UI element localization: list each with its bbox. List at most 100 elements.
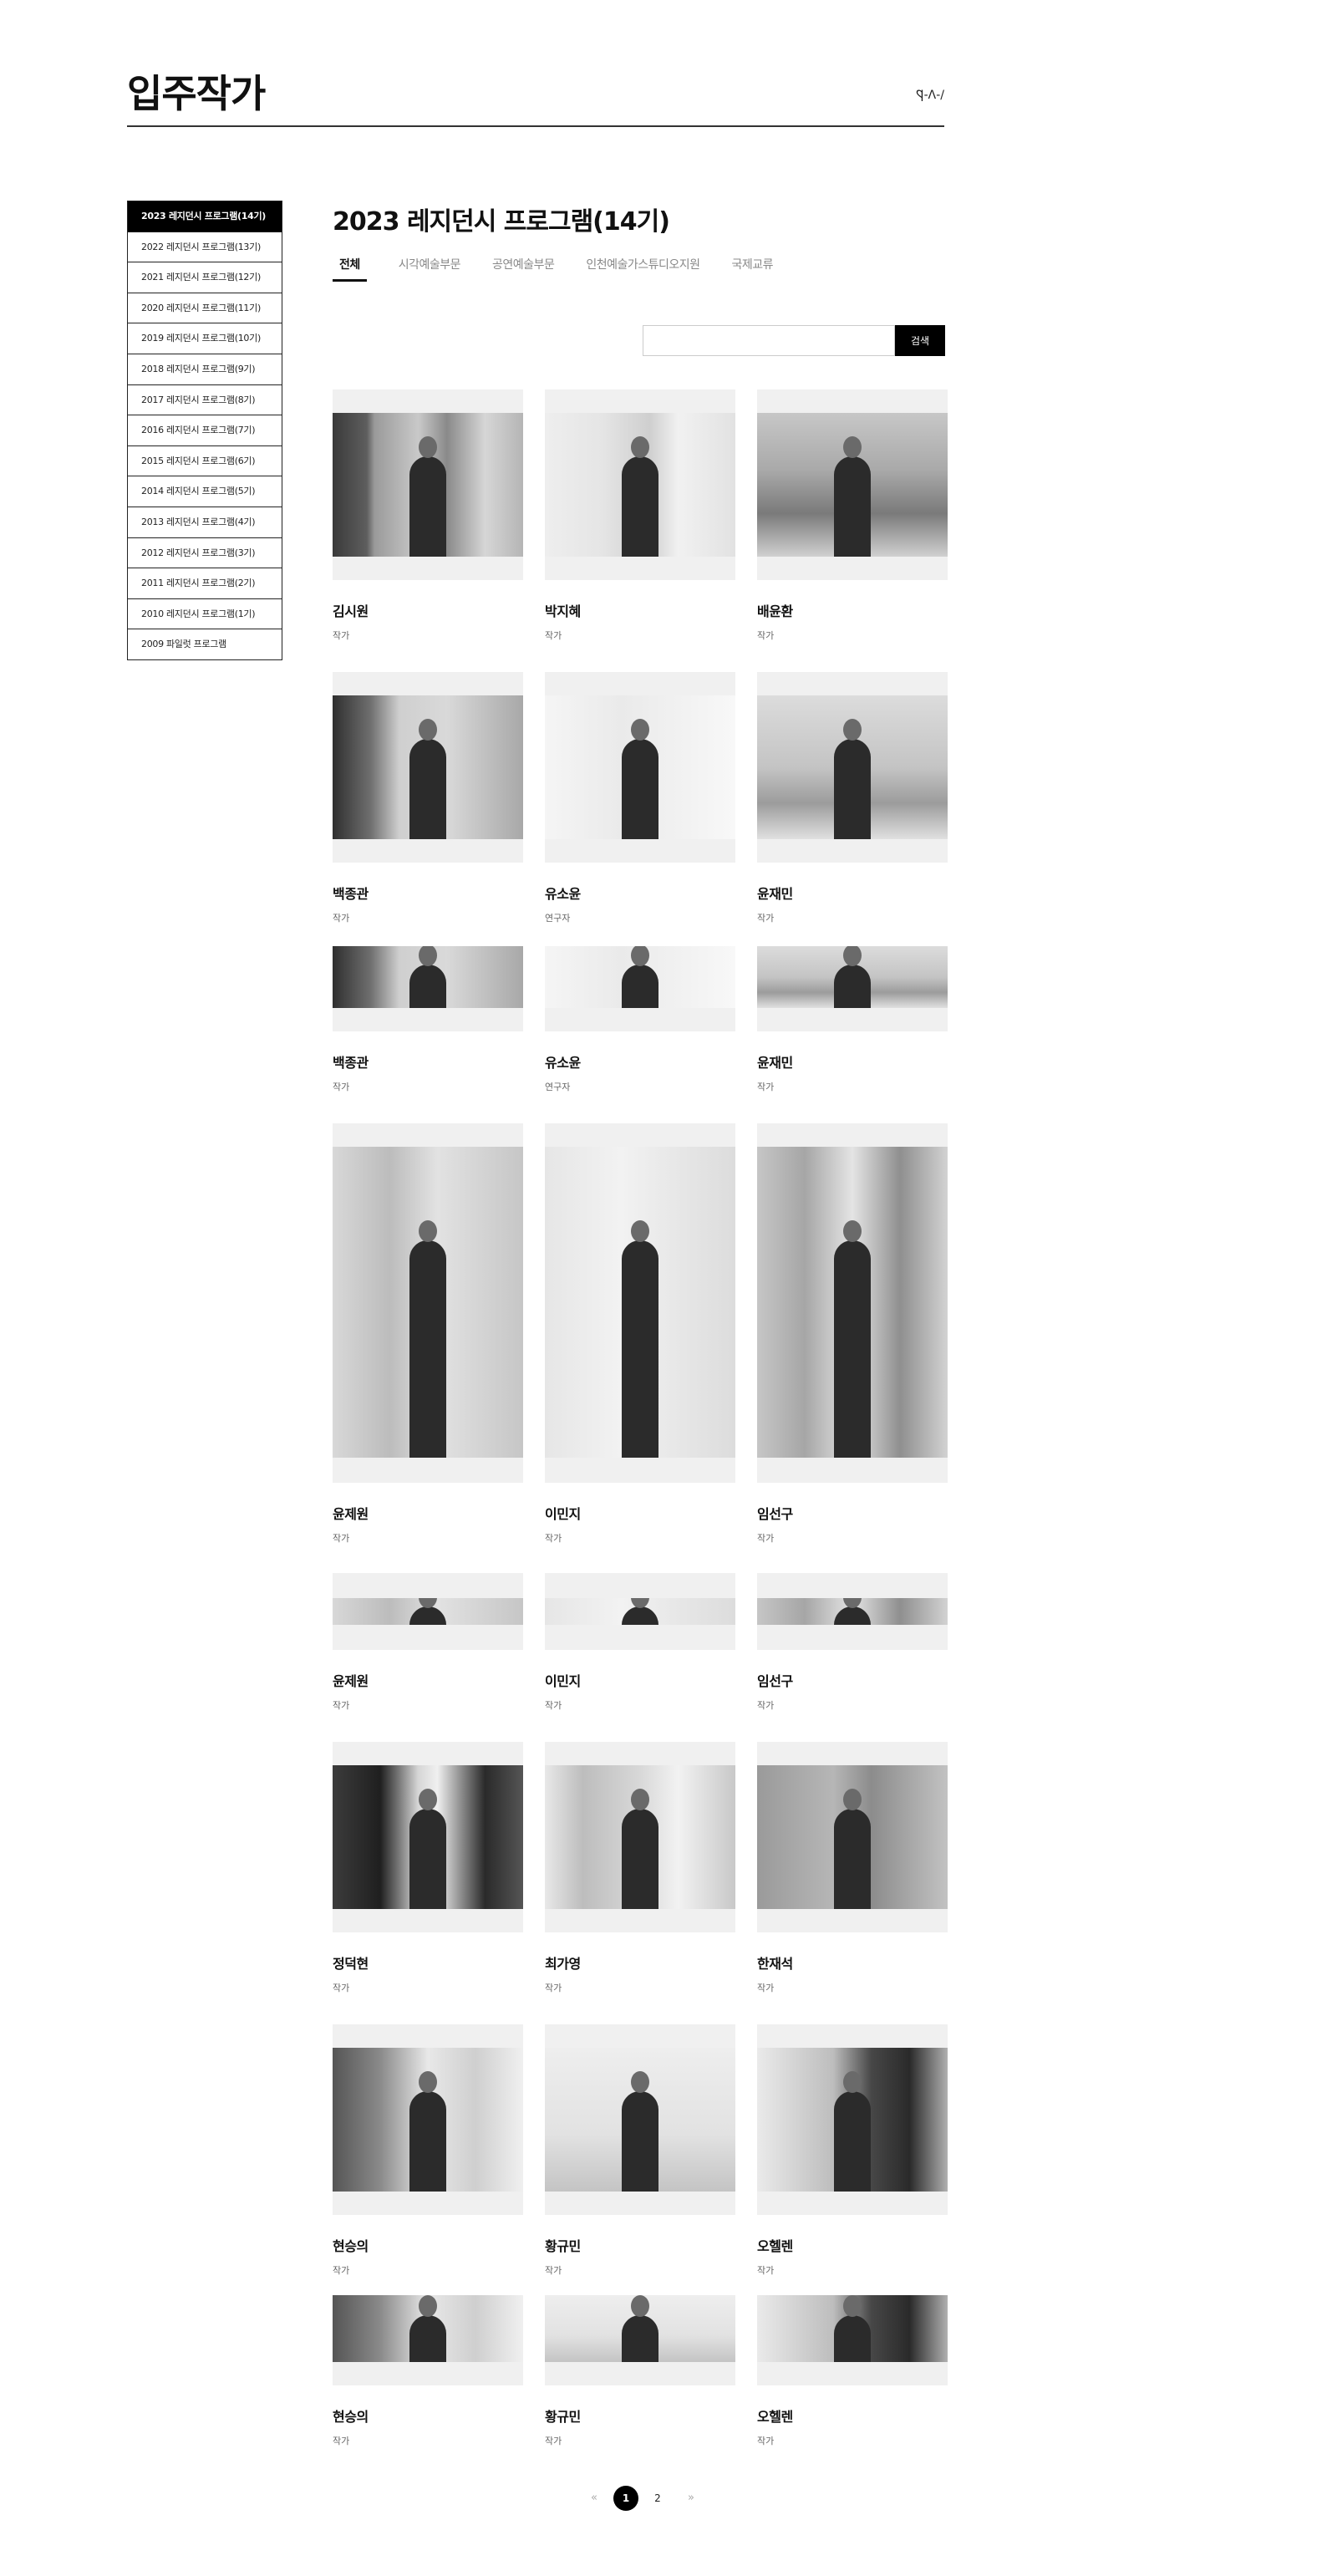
artist-name[interactable]: 황규민 [545, 2235, 735, 2255]
search-input[interactable] [643, 325, 895, 356]
artist-photo[interactable] [757, 1123, 948, 1483]
artist-card[interactable]: 임선구 작가 [757, 1123, 948, 1545]
artist-card[interactable]: 유소윤연구자 [545, 672, 735, 924]
artist-card[interactable]: 윤재민 작가 [757, 672, 948, 924]
artist-card[interactable]: 임선구 작가 [757, 1573, 948, 1712]
artist-photo[interactable] [333, 672, 523, 863]
artist-name[interactable]: 윤재민 [757, 883, 948, 903]
artist-photo[interactable] [333, 1573, 523, 1650]
sidebar-item[interactable]: 2016 레지던시 프로그램(7기) [127, 415, 282, 446]
artist-name[interactable]: 현승의 [333, 2235, 523, 2255]
artist-card[interactable]: 윤제원 작가 [333, 1573, 523, 1712]
artist-name[interactable]: 배윤환 [757, 600, 948, 620]
sidebar-item[interactable]: 2018 레지던시 프로그램(9기) [127, 353, 282, 385]
artist-card[interactable]: 윤재민 작가 [757, 946, 948, 1093]
artist-photo[interactable] [757, 946, 948, 1031]
artist-card[interactable]: 오헬렌 작가 [757, 2295, 948, 2447]
sidebar-item[interactable]: 2021 레지던시 프로그램(12기) [127, 262, 282, 293]
artist-card[interactable]: 황규민 작가 [545, 2024, 735, 2277]
artist-photo[interactable] [545, 2295, 735, 2385]
artist-photo[interactable] [757, 672, 948, 863]
artist-card[interactable]: 유소윤 연구자 [545, 946, 735, 1093]
artist-card[interactable]: 오헬렌 작가 [757, 2024, 948, 2277]
page-1[interactable]: 1 [613, 2486, 638, 2511]
artist-photo[interactable] [333, 1742, 523, 1932]
artist-card[interactable]: 한재석 작가 [757, 1742, 948, 1994]
artist-photo[interactable] [757, 389, 948, 580]
artist-photo[interactable] [545, 2024, 735, 2215]
artist-photo[interactable] [545, 1573, 735, 1650]
artist-card[interactable]: 이민지 작가 [545, 1123, 735, 1545]
artist-photo[interactable] [545, 946, 735, 1031]
prev-page-button[interactable]: « [582, 2486, 607, 2511]
artist-name[interactable]: 백종관 [333, 883, 523, 903]
sidebar-item[interactable]: 2011 레지던시 프로그램(2기) [127, 568, 282, 599]
artist-name[interactable]: 최가영 [545, 1952, 735, 1973]
artist-name[interactable]: 윤재민 [757, 1051, 948, 1072]
sidebar-item[interactable]: 2012 레지던시 프로그램(3기) [127, 537, 282, 569]
artist-card[interactable]: 김시원 작가 [333, 389, 523, 642]
artist-name[interactable]: 임선구 [757, 1503, 948, 1523]
artist-photo[interactable] [333, 2295, 523, 2385]
tab-0[interactable]: 전체 [333, 256, 367, 282]
artist-photo[interactable] [545, 672, 735, 863]
artist-photo[interactable] [333, 2024, 523, 2215]
artist-name[interactable]: 현승의 [333, 2405, 523, 2426]
artist-name[interactable]: 이민지 [545, 1670, 735, 1690]
sidebar-item[interactable]: 2009 파일럿 프로그램 [127, 629, 282, 660]
artist-name[interactable]: 한재석 [757, 1952, 948, 1973]
artist-photo[interactable] [545, 1123, 735, 1483]
next-page-button[interactable]: » [679, 2486, 704, 2511]
artist-card[interactable]: 백종관 작가 [333, 946, 523, 1093]
artist-name[interactable]: 유소윤 [545, 1051, 735, 1072]
artist-card[interactable]: 이민지 작가 [545, 1573, 735, 1712]
artist-role: 연구자 [545, 913, 571, 924]
artist-card[interactable]: 현승의 작가 [333, 2024, 523, 2277]
artist-photo[interactable] [333, 389, 523, 580]
artist-card[interactable]: 황규민 작가 [545, 2295, 735, 2447]
artist-photo[interactable] [333, 946, 523, 1031]
artist-name[interactable]: 임선구 [757, 1670, 948, 1690]
artist-photo[interactable] [757, 1573, 948, 1650]
tab-4[interactable]: 국제교류 [732, 256, 774, 282]
search-button[interactable]: 검색 [895, 325, 945, 356]
artist-name[interactable]: 황규민 [545, 2405, 735, 2426]
artist-name[interactable]: 백종관 [333, 1051, 523, 1072]
artist-card[interactable]: 정덕현 작가 [333, 1742, 523, 1994]
artist-photo[interactable] [757, 2024, 948, 2215]
sidebar-item[interactable]: 2019 레지던시 프로그램(10기) [127, 323, 282, 354]
artist-name[interactable]: 오헬렌 [757, 2235, 948, 2255]
artist-photo[interactable] [333, 1123, 523, 1483]
sidebar-item[interactable]: 2023 레지던시 프로그램(14기) [127, 201, 282, 232]
page-2[interactable]: 2 [645, 2486, 670, 2511]
tab-3[interactable]: 인천예술가스튜디오지원 [586, 256, 700, 282]
sidebar-item[interactable]: 2017 레지던시 프로그램(8기) [127, 384, 282, 416]
tab-1[interactable]: 시각예술부문 [399, 256, 461, 282]
artist-card[interactable]: 최가영 작가 [545, 1742, 735, 1994]
artist-card[interactable]: 박지혜 작가 [545, 389, 735, 642]
artist-name[interactable]: 윤제원 [333, 1503, 523, 1523]
artist-name[interactable]: 김시원 [333, 600, 523, 620]
artist-name[interactable]: 박지혜 [545, 600, 735, 620]
sidebar-item[interactable]: 2022 레지던시 프로그램(13기) [127, 231, 282, 263]
artist-photo[interactable] [545, 1742, 735, 1932]
artist-name[interactable]: 유소윤 [545, 883, 735, 903]
artist-card[interactable]: 윤제원 작가 [333, 1123, 523, 1545]
artist-name[interactable]: 오헬렌 [757, 2405, 948, 2426]
sidebar-item[interactable]: 2010 레지던시 프로그램(1기) [127, 598, 282, 630]
artist-photo[interactable] [757, 1742, 948, 1932]
tab-2[interactable]: 공연예술부문 [492, 256, 555, 282]
artist-card[interactable]: 백종관 작가 [333, 672, 523, 924]
artist-name[interactable]: 윤제원 [333, 1670, 523, 1690]
artist-photo[interactable] [757, 2295, 948, 2385]
artist-name[interactable]: 이민지 [545, 1503, 735, 1523]
breadcrumb[interactable]: \-Ʌ-Ƿ [916, 89, 944, 102]
artist-photo[interactable] [545, 389, 735, 580]
sidebar-item[interactable]: 2013 레지던시 프로그램(4기) [127, 506, 282, 538]
sidebar-item[interactable]: 2020 레지던시 프로그램(11기) [127, 292, 282, 324]
artist-name[interactable]: 정덕현 [333, 1952, 523, 1973]
sidebar-item[interactable]: 2015 레지던시 프로그램(6기) [127, 445, 282, 477]
artist-card[interactable]: 현승의 작가 [333, 2295, 523, 2447]
artist-card[interactable]: 배윤환 작가 [757, 389, 948, 642]
sidebar-item[interactable]: 2014 레지던시 프로그램(5기) [127, 476, 282, 507]
